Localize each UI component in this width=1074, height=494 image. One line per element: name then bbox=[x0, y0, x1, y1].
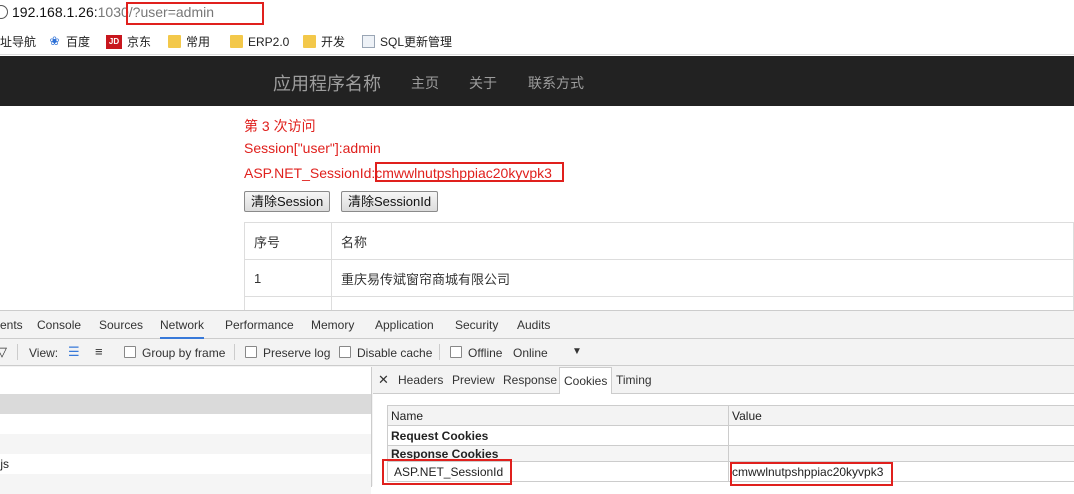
tab-audits[interactable]: Audits bbox=[517, 318, 550, 332]
tab-performance[interactable]: Performance bbox=[225, 318, 294, 332]
nav-link-home[interactable]: 主页 bbox=[411, 73, 439, 93]
cell-index bbox=[245, 297, 332, 311]
navbar: 应用程序名称 主页 关于 联系方式 bbox=[0, 56, 1074, 106]
tab-response[interactable]: Response bbox=[503, 373, 557, 387]
table-row bbox=[245, 297, 1074, 311]
bookmark-label: 京东 bbox=[127, 33, 151, 50]
cookie-name-highlight bbox=[382, 459, 512, 485]
tab-memory[interactable]: Memory bbox=[311, 318, 354, 332]
clear-sessionid-button[interactable]: 清除SessionId bbox=[341, 191, 438, 212]
group-value bbox=[729, 446, 1074, 462]
bookmarks-bar: 址导航 ❀ 百度 JD 京东 常用 ERP2.0 开发 SQL更新管理 bbox=[0, 28, 1074, 55]
folder-icon bbox=[303, 35, 316, 48]
tab-timing[interactable]: Timing bbox=[616, 373, 652, 387]
view-label: View: bbox=[29, 346, 58, 360]
group-label: Request Cookies bbox=[388, 426, 729, 446]
network-toolbar: ▽ View: ☰ ≡ Group by frame Preserve log … bbox=[0, 340, 1074, 366]
group-by-frame-checkbox[interactable] bbox=[124, 346, 136, 358]
divider bbox=[17, 344, 18, 360]
bookmark-label: 址导航 bbox=[0, 33, 36, 50]
table-header-row: 序号 名称 bbox=[245, 223, 1074, 260]
bookmark-folder-common[interactable]: 常用 bbox=[168, 33, 210, 50]
bookmark-label: 常用 bbox=[186, 33, 210, 50]
list-item[interactable] bbox=[0, 414, 371, 434]
tab-application[interactable]: Application bbox=[375, 318, 434, 332]
waterfall-view-icon[interactable]: ≡ bbox=[95, 344, 103, 359]
disable-cache-label: Disable cache bbox=[357, 346, 432, 360]
bookmark-label: ERP2.0 bbox=[248, 35, 289, 49]
baidu-icon: ❀ bbox=[48, 35, 61, 48]
disable-cache-checkbox[interactable] bbox=[339, 346, 351, 358]
info-icon[interactable] bbox=[0, 5, 8, 19]
page-icon bbox=[362, 35, 375, 48]
preserve-log-label: Preserve log bbox=[263, 346, 330, 360]
header-name: 名称 bbox=[332, 223, 1074, 260]
url-path-highlight bbox=[126, 2, 264, 25]
table-row: 1 重庆易传斌窗帘商城有限公司 bbox=[245, 260, 1074, 297]
tab-sources[interactable]: Sources bbox=[99, 318, 143, 332]
request-cookies-group: Request Cookies bbox=[388, 426, 1074, 446]
devtools-panel: ents Console Sources Network Performance… bbox=[0, 310, 1074, 486]
list-item[interactable] bbox=[0, 394, 371, 414]
filter-icon[interactable]: ▽ bbox=[0, 344, 7, 360]
session-user-text: Session["user"]:admin bbox=[244, 140, 381, 156]
address-bar[interactable]: 192.168.1.26:1030/?user=admin bbox=[0, 0, 1074, 28]
tab-cookies[interactable]: Cookies bbox=[559, 367, 612, 394]
tab-security[interactable]: Security bbox=[455, 318, 498, 332]
request-name: .js bbox=[0, 457, 9, 471]
request-list: .js bbox=[0, 367, 372, 487]
company-table: 序号 名称 1 重庆易传斌窗帘商城有限公司 bbox=[244, 222, 1074, 311]
chevron-down-icon[interactable]: ▼ bbox=[572, 346, 582, 357]
tab-headers[interactable]: Headers bbox=[398, 373, 443, 387]
tab-console[interactable]: Console bbox=[37, 318, 81, 332]
nav-link-contact[interactable]: 联系方式 bbox=[528, 73, 584, 93]
session-id-highlight bbox=[375, 162, 564, 182]
tab-elements[interactable]: ents bbox=[0, 318, 23, 332]
bookmark-label: SQL更新管理 bbox=[380, 33, 452, 50]
clear-session-button[interactable]: 清除Session bbox=[244, 191, 330, 212]
offline-label: Offline bbox=[468, 346, 502, 360]
folder-icon bbox=[230, 35, 243, 48]
cell-name bbox=[332, 297, 1074, 311]
header-index: 序号 bbox=[245, 223, 332, 260]
throttle-select[interactable]: Online bbox=[513, 346, 548, 360]
group-by-frame-label: Group by frame bbox=[142, 346, 225, 360]
column-value[interactable]: Value bbox=[729, 406, 1074, 426]
bookmark-folder-erp[interactable]: ERP2.0 bbox=[230, 33, 289, 50]
bookmark-baidu[interactable]: ❀ 百度 bbox=[48, 33, 90, 50]
cookie-value-highlight bbox=[730, 462, 893, 486]
list-item[interactable]: .js bbox=[0, 454, 371, 474]
cookies-header-row: Name Value bbox=[388, 406, 1074, 426]
visit-count-text: 第 3 次访问 bbox=[244, 116, 316, 136]
close-icon[interactable]: ✕ bbox=[378, 372, 389, 388]
navbar-brand[interactable]: 应用程序名称 bbox=[273, 70, 381, 96]
jd-icon: JD bbox=[106, 35, 122, 49]
column-name[interactable]: Name bbox=[388, 406, 729, 426]
divider bbox=[439, 344, 440, 360]
list-item[interactable] bbox=[0, 474, 371, 494]
session-id-label: ASP.NET_SessionId: bbox=[244, 165, 375, 181]
bookmark-sql[interactable]: SQL更新管理 bbox=[362, 33, 452, 50]
tab-network[interactable]: Network bbox=[160, 318, 204, 339]
folder-icon bbox=[168, 35, 181, 48]
divider bbox=[234, 344, 235, 360]
offline-checkbox[interactable] bbox=[450, 346, 462, 358]
bookmark-jd[interactable]: JD 京东 bbox=[106, 33, 151, 50]
list-item[interactable] bbox=[0, 434, 371, 454]
list-view-icon[interactable]: ☰ bbox=[68, 344, 80, 360]
nav-link-about[interactable]: 关于 bbox=[469, 73, 497, 93]
preserve-log-checkbox[interactable] bbox=[245, 346, 257, 358]
group-value bbox=[729, 426, 1074, 446]
devtools-tabbar: ents Console Sources Network Performance… bbox=[0, 311, 1074, 339]
bookmark-nav[interactable]: 址导航 bbox=[0, 33, 36, 50]
bookmark-folder-dev[interactable]: 开发 bbox=[303, 33, 345, 50]
tab-preview[interactable]: Preview bbox=[452, 373, 495, 387]
detail-tabbar: ✕ Headers Preview Response Cookies Timin… bbox=[373, 367, 1074, 394]
url-port: 1030 bbox=[98, 4, 129, 20]
cell-name: 重庆易传斌窗帘商城有限公司 bbox=[332, 260, 1074, 297]
bookmark-label: 开发 bbox=[321, 33, 345, 50]
url-host: 192.168.1.26: bbox=[12, 4, 98, 20]
cell-index: 1 bbox=[245, 260, 332, 297]
bookmark-label: 百度 bbox=[66, 33, 90, 50]
